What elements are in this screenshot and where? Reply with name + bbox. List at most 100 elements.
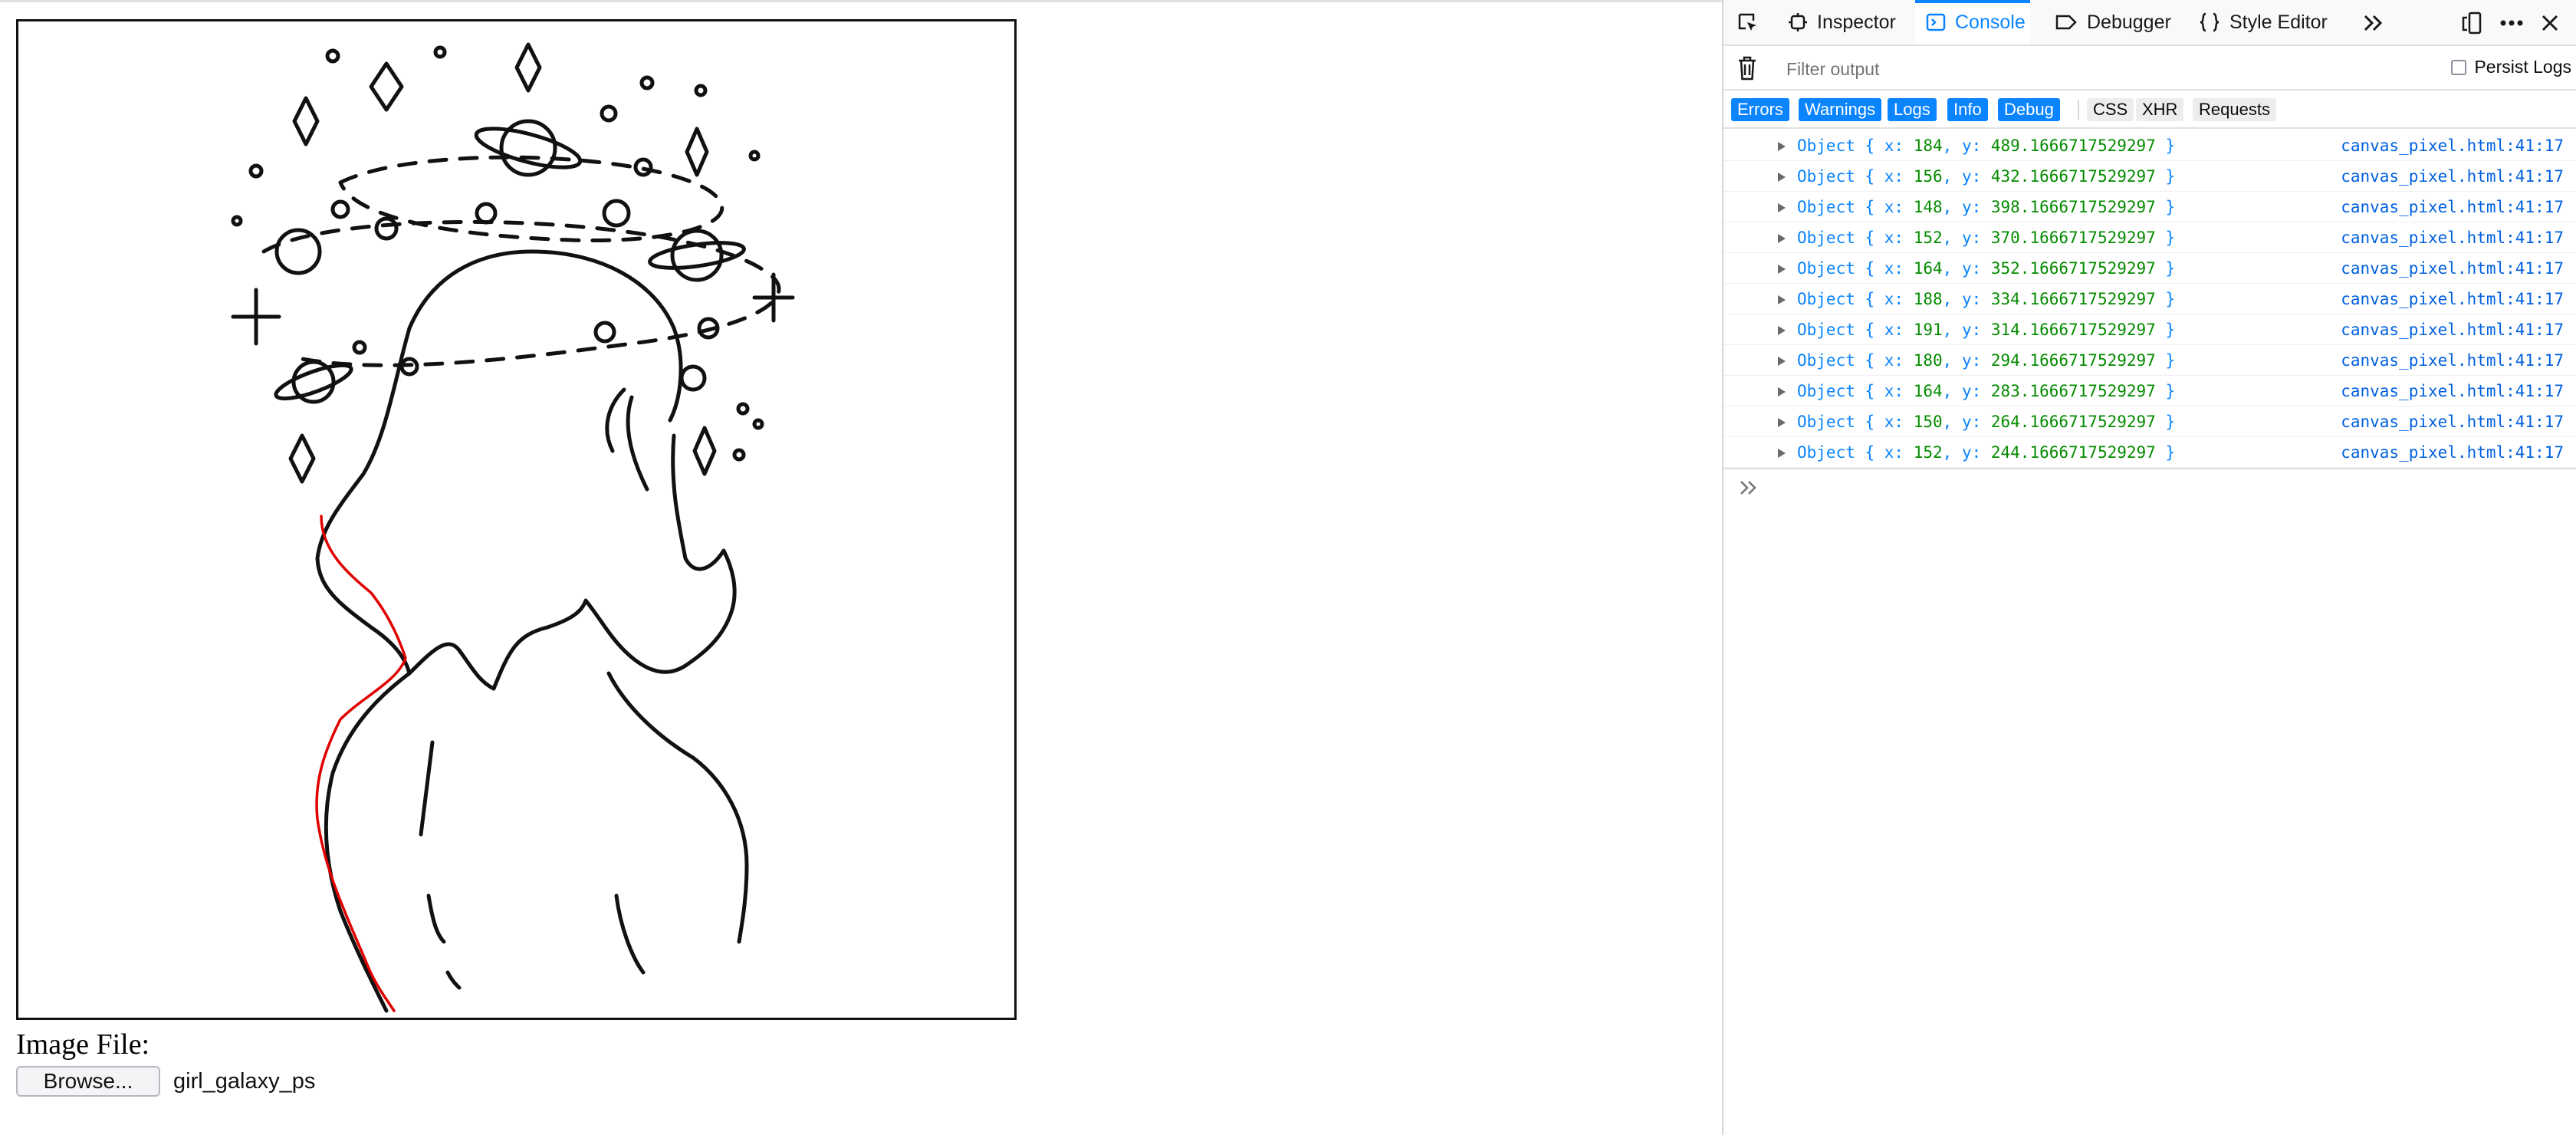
- console-log-row[interactable]: Object { x: 152, y: 370.1666717529297 } c…: [1723, 222, 2576, 253]
- console-log-row[interactable]: Object { x: 191, y: 314.1666717529297 } c…: [1723, 314, 2576, 345]
- log-source-link[interactable]: canvas_pixel.html:41:17: [2341, 161, 2564, 192]
- log-message: Object { x: 164, y: 283.1666717529297 }: [1797, 382, 2176, 400]
- console-log-row[interactable]: Object { x: 180, y: 294.1666717529297 } c…: [1723, 345, 2576, 376]
- log-message: Object { x: 188, y: 334.1666717529297 }: [1797, 290, 2176, 308]
- tab-debugger-label: Debugger: [2087, 11, 2171, 33]
- planet-right: [670, 229, 724, 282]
- inspector-icon: [1789, 13, 1807, 31]
- hair-left-side: [315, 326, 412, 676]
- persist-logs-toggle[interactable]: Persist Logs: [2451, 57, 2571, 77]
- console-input[interactable]: [1723, 468, 2576, 508]
- log-y-value: 264.1666717529297: [1990, 413, 2156, 431]
- devtools-panel: Inspector Console Debugger Style Editor: [1722, 0, 2576, 1135]
- expand-arrow-icon[interactable]: [1777, 202, 1786, 213]
- expand-arrow-icon[interactable]: [1777, 448, 1786, 459]
- tab-style-editor[interactable]: Style Editor: [2199, 0, 2367, 44]
- tab-console[interactable]: Console: [1915, 0, 2030, 44]
- log-y-value: 370.1666717529297: [1990, 229, 2156, 247]
- log-source-link[interactable]: canvas_pixel.html:41:17: [2341, 253, 2564, 284]
- tab-debugger[interactable]: Debugger: [2055, 0, 2185, 44]
- expand-arrow-icon[interactable]: [1777, 387, 1786, 397]
- console-log-row[interactable]: Object { x: 188, y: 334.1666717529297 } c…: [1723, 284, 2576, 314]
- dock-side-icon[interactable]: [2458, 9, 2486, 37]
- drawing-canvas[interactable]: [16, 19, 1017, 1020]
- tab-style-editor-label: Style Editor: [2229, 11, 2328, 33]
- console-icon: [1926, 13, 1946, 31]
- console-log-row[interactable]: Object { x: 156, y: 432.1666717529297 } c…: [1723, 161, 2576, 192]
- persist-logs-checkbox[interactable]: [2451, 59, 2467, 75]
- expand-arrow-icon[interactable]: [1777, 325, 1786, 336]
- tab-inspector-label: Inspector: [1817, 11, 1896, 33]
- console-log-row[interactable]: Object { x: 148, y: 398.1666717529297 } c…: [1723, 192, 2576, 222]
- log-x-value: 148: [1913, 198, 1943, 216]
- log-x-value: 164: [1913, 259, 1943, 278]
- filter-warnings-button[interactable]: Warnings: [1799, 98, 1882, 121]
- log-y-value: 398.1666717529297: [1990, 198, 2156, 216]
- filter-errors-button[interactable]: Errors: [1731, 98, 1789, 121]
- more-tabs-icon[interactable]: [2360, 9, 2387, 37]
- back-left: [426, 893, 446, 944]
- log-message: Object { x: 152, y: 244.1666717529297 }: [1797, 443, 2176, 462]
- filter-bar: Persist Logs: [1723, 46, 2576, 90]
- expand-arrow-icon[interactable]: [1777, 417, 1786, 428]
- expand-arrow-icon[interactable]: [1777, 172, 1786, 183]
- selected-file-name: girl_galaxy_ps: [173, 1069, 316, 1094]
- log-x-value: 184: [1913, 137, 1943, 155]
- clear-console-button[interactable]: [1733, 54, 1762, 83]
- log-source-link[interactable]: canvas_pixel.html:41:17: [2341, 437, 2564, 468]
- log-source-link[interactable]: canvas_pixel.html:41:17: [2341, 406, 2564, 437]
- log-message: Object { x: 180, y: 294.1666717529297 }: [1797, 351, 2176, 370]
- console-log-row[interactable]: Object { x: 184, y: 489.1666717529297 } c…: [1723, 130, 2576, 161]
- devtools-toolbar: Inspector Console Debugger Style Editor: [1723, 0, 2576, 46]
- persist-logs-label: Persist Logs: [2474, 57, 2571, 77]
- console-log-row[interactable]: Object { x: 164, y: 283.1666717529297 } c…: [1723, 376, 2576, 406]
- log-x-value: 180: [1913, 351, 1943, 370]
- log-message: Object { x: 156, y: 432.1666717529297 }: [1797, 167, 2176, 186]
- console-log-row[interactable]: Object { x: 164, y: 352.1666717529297 } c…: [1723, 253, 2576, 284]
- log-source-link[interactable]: canvas_pixel.html:41:17: [2341, 130, 2564, 161]
- log-y-value: 432.1666717529297: [1990, 167, 2156, 186]
- log-source-link[interactable]: canvas_pixel.html:41:17: [2341, 284, 2564, 314]
- debugger-icon: [2055, 15, 2077, 30]
- filter-separator: [2078, 100, 2079, 120]
- filter-output-input[interactable]: [1785, 55, 2325, 83]
- hair-bottom: [407, 433, 737, 691]
- expand-arrow-icon[interactable]: [1777, 141, 1786, 152]
- log-x-value: 164: [1913, 382, 1943, 400]
- close-icon[interactable]: [2536, 9, 2564, 37]
- log-x-value: 191: [1913, 321, 1943, 339]
- trash-icon: [1739, 56, 1756, 81]
- filter-css-button[interactable]: CSS: [2087, 98, 2134, 121]
- console-log-row[interactable]: Object { x: 152, y: 244.1666717529297 } c…: [1723, 437, 2576, 468]
- element-picker-icon[interactable]: [1734, 9, 1762, 37]
- expand-arrow-icon[interactable]: [1777, 294, 1786, 305]
- browse-button[interactable]: Browse...: [16, 1066, 160, 1097]
- log-source-link[interactable]: canvas_pixel.html:41:17: [2341, 192, 2564, 222]
- back-right: [614, 893, 646, 975]
- filter-info-button[interactable]: Info: [1947, 98, 1988, 121]
- log-source-link[interactable]: canvas_pixel.html:41:17: [2341, 376, 2564, 406]
- log-y-value: 489.1666717529297: [1990, 137, 2156, 155]
- filter-xhr-button[interactable]: XHR: [2136, 98, 2184, 121]
- planet-left-ring: [274, 363, 353, 401]
- log-source-link[interactable]: canvas_pixel.html:41:17: [2341, 222, 2564, 253]
- expand-arrow-icon[interactable]: [1777, 233, 1786, 244]
- log-y-value: 244.1666717529297: [1990, 443, 2156, 462]
- sparkle: [231, 288, 281, 346]
- log-message: Object { x: 184, y: 489.1666717529297 }: [1797, 137, 2176, 155]
- expand-arrow-icon[interactable]: [1777, 356, 1786, 367]
- log-y-value: 294.1666717529297: [1990, 351, 2156, 370]
- filter-debug-button[interactable]: Debug: [1998, 98, 2060, 121]
- filter-requests-button[interactable]: Requests: [2193, 98, 2276, 121]
- log-message: Object { x: 150, y: 264.1666717529297 }: [1797, 413, 2176, 431]
- expand-arrow-icon[interactable]: [1777, 264, 1786, 275]
- log-source-link[interactable]: canvas_pixel.html:41:17: [2341, 314, 2564, 345]
- back-mark: [445, 970, 462, 990]
- filter-logs-button[interactable]: Logs: [1888, 98, 1937, 121]
- tab-inspector[interactable]: Inspector: [1788, 0, 1911, 44]
- more-options-icon[interactable]: [2498, 9, 2525, 37]
- log-x-value: 152: [1913, 229, 1943, 247]
- log-source-link[interactable]: canvas_pixel.html:41:17: [2341, 345, 2564, 376]
- console-log-row[interactable]: Object { x: 150, y: 264.1666717529297 } c…: [1723, 406, 2576, 437]
- hair-strand: [605, 387, 626, 453]
